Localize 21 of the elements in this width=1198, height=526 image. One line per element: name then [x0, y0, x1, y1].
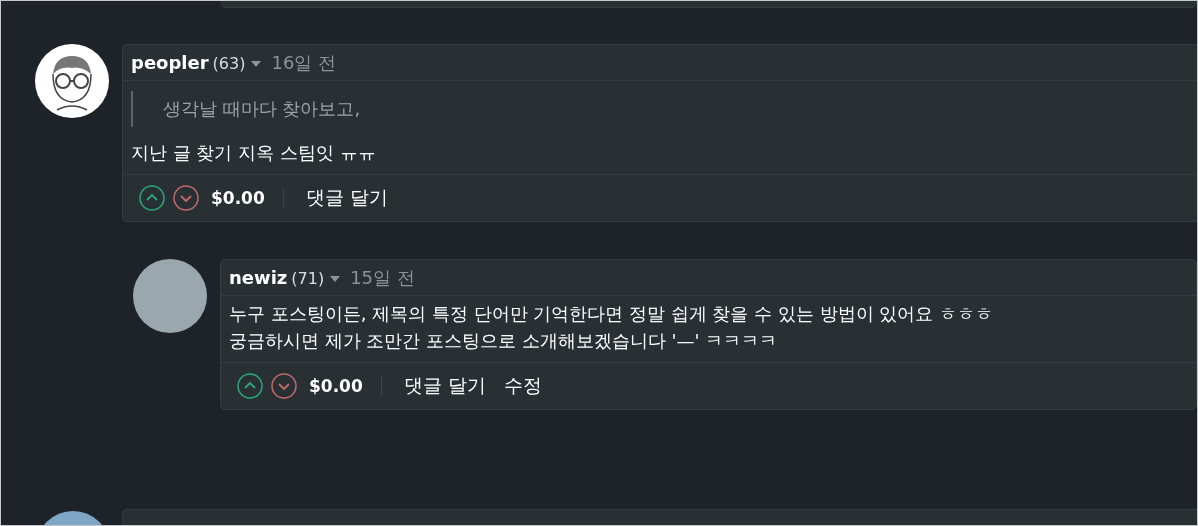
author-name[interactable]: peopler	[131, 52, 209, 73]
comment-text: 궁금하시면 제가 조만간 포스팅으로 소개해보겠습니다 '—' ㅋㅋㅋㅋ	[229, 329, 779, 353]
payout-amount[interactable]: $0.00	[211, 188, 284, 208]
author-name[interactable]: newiz	[229, 267, 288, 288]
caret-icon[interactable]	[251, 60, 262, 67]
timestamp: 16일 전	[271, 51, 337, 75]
reputation-score: (71)	[291, 269, 325, 288]
downvote-icon[interactable]	[271, 373, 297, 399]
reputation-score: (63)	[212, 54, 246, 73]
comment-text: 지난 글 찾기 지옥 스팀잇 ㅠㅠ	[131, 141, 377, 165]
action-link[interactable]: 수정	[499, 373, 546, 399]
caret-icon[interactable]	[330, 275, 341, 282]
action-link[interactable]: 댓글 달기	[399, 373, 490, 399]
action-link[interactable]: 댓글 달기	[301, 185, 392, 211]
comment-text: 누구 포스팅이든, 제목의 특정 단어만 기억한다면 정말 쉽게 찾을 수 있는 방법이 있어요 ㅎㅎㅎ	[229, 302, 995, 326]
timestamp: 15일 전	[350, 266, 415, 290]
payout-amount[interactable]: $0.00	[309, 376, 382, 396]
downvote-icon[interactable]	[173, 185, 199, 211]
block-quote: 생각날 때마다 찾아보고,	[131, 91, 1189, 127]
upvote-icon[interactable]	[139, 185, 165, 211]
upvote-icon[interactable]	[237, 373, 263, 399]
